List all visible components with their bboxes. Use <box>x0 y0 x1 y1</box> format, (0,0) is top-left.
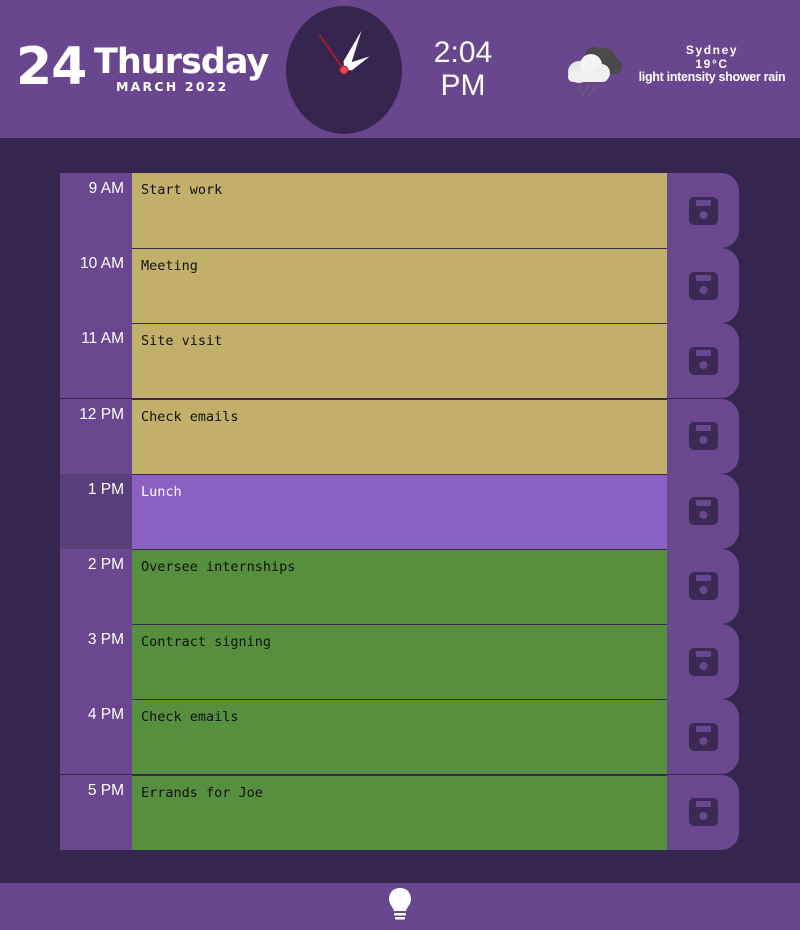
month-year: MARCH 2022 <box>116 79 229 94</box>
task-textarea[interactable]: Lunch <box>132 473 667 549</box>
task-textarea[interactable]: Contract signing <box>132 624 667 700</box>
rain-cloud-icon <box>568 47 622 97</box>
time-block-row: 5 PM Errands for Joe <box>60 774 740 850</box>
floppy-disk-icon <box>688 722 718 751</box>
weather-description: light intensity shower rain <box>638 70 786 84</box>
time-hm: 2:04 <box>433 36 493 69</box>
save-button[interactable] <box>667 774 739 850</box>
save-button[interactable] <box>667 699 739 775</box>
date-number: 24 <box>16 37 87 97</box>
hour-label: 10 AM <box>60 248 132 324</box>
save-button[interactable] <box>667 473 739 549</box>
floppy-disk-icon <box>688 572 718 601</box>
digital-time: 2:04 PM <box>412 36 514 102</box>
hour-label: 3 PM <box>60 624 132 700</box>
task-textarea[interactable]: Site visit <box>132 323 667 399</box>
hour-label: 11 AM <box>60 323 132 399</box>
time-block-row: 9 AM Start work <box>60 173 740 248</box>
floppy-disk-icon <box>688 271 718 300</box>
task-textarea[interactable]: Errands for Joe <box>132 774 667 850</box>
task-textarea[interactable]: Oversee internships <box>132 548 667 624</box>
floppy-disk-icon <box>688 798 718 826</box>
time-block-row: 2 PM Oversee internships <box>60 548 740 624</box>
task-textarea[interactable]: Check emails <box>132 699 667 775</box>
weather-info: Sydney 19°C light intensity shower rain <box>636 43 788 85</box>
floppy-disk-icon <box>688 196 718 225</box>
save-button[interactable] <box>667 173 739 248</box>
hourly-schedule: 9 AM Start work 10 AM Meeting 11 AM Site visi… <box>60 173 740 850</box>
hour-label: 2 PM <box>60 548 132 624</box>
time-ampm: PM <box>440 69 486 102</box>
task-textarea[interactable]: Meeting <box>132 248 667 324</box>
time-block-row: 10 AM Meeting <box>60 248 740 324</box>
time-block-row: 4 PM Check emails <box>60 699 740 775</box>
hour-label: 9 AM <box>60 173 132 248</box>
hour-label: 5 PM <box>60 774 132 850</box>
save-button[interactable] <box>667 248 739 324</box>
hour-label: 12 PM <box>60 398 132 474</box>
weather-city: Sydney <box>685 43 739 57</box>
floppy-disk-icon <box>688 497 718 526</box>
weather-temperature: 19°C <box>695 56 729 71</box>
analog-clock-icon <box>286 6 402 134</box>
save-button[interactable] <box>667 323 739 399</box>
task-textarea[interactable]: Start work <box>132 173 667 248</box>
header-bar: 24 Thursday MARCH 2022 2:04 PM Sydney 19… <box>0 0 800 138</box>
floppy-disk-icon <box>688 647 718 676</box>
time-block-row: 12 PM Check emails <box>60 398 740 474</box>
floppy-disk-icon <box>688 422 718 451</box>
task-textarea[interactable]: Check emails <box>132 398 667 474</box>
hour-label: 4 PM <box>60 699 132 775</box>
time-block-row: 1 PM Lunch <box>60 473 740 549</box>
save-button[interactable] <box>667 548 739 624</box>
lightbulb-icon[interactable] <box>388 887 412 921</box>
hour-label: 1 PM <box>60 473 132 549</box>
save-button[interactable] <box>667 398 739 474</box>
time-block-row: 3 PM Contract signing <box>60 624 740 700</box>
time-block-row: 11 AM Site visit <box>60 323 740 399</box>
floppy-disk-icon <box>688 346 718 375</box>
weekday: Thursday <box>94 42 269 82</box>
save-button[interactable] <box>667 624 739 700</box>
